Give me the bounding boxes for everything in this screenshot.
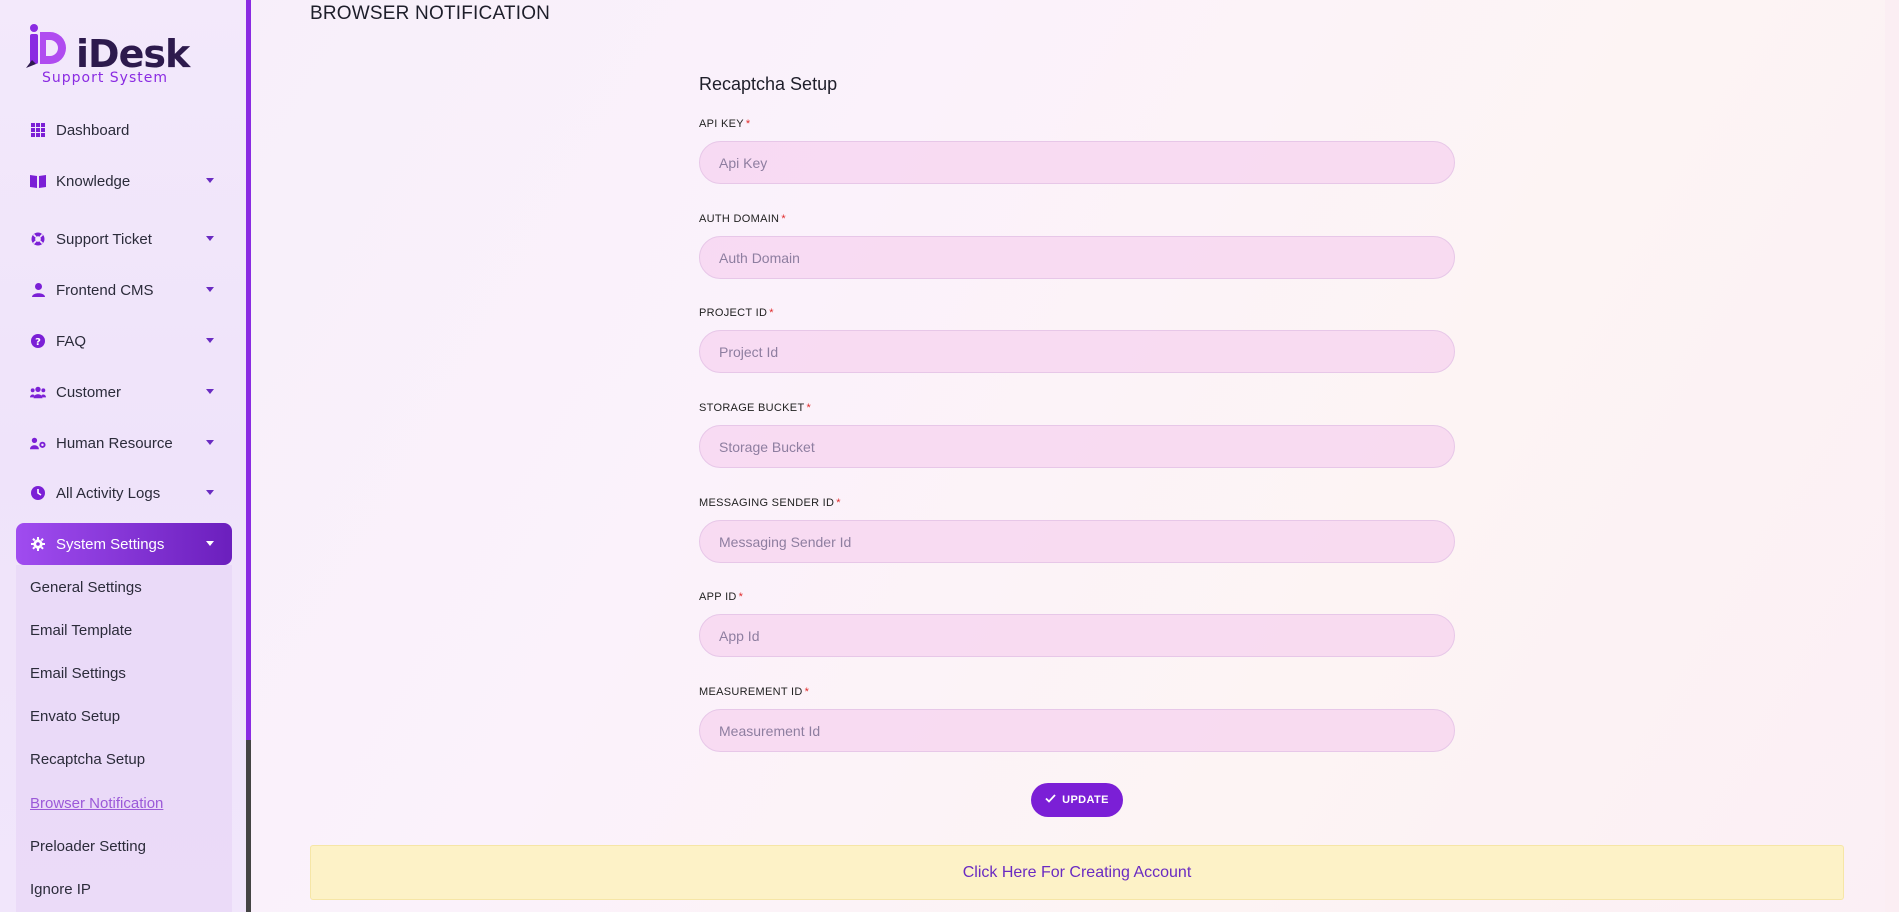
measurement-id-input[interactable] bbox=[699, 709, 1455, 752]
brand-tagline: Support System bbox=[42, 70, 168, 86]
chevron-down-icon bbox=[206, 236, 214, 241]
submenu-item-email-template[interactable]: Email Template bbox=[30, 622, 132, 639]
sidebar-item-frontend-cms[interactable]: Frontend CMS bbox=[16, 269, 232, 311]
main-content: BROWSER NOTIFICATION Recaptcha Setup API… bbox=[268, 0, 1885, 912]
svg-text:?: ? bbox=[35, 337, 41, 348]
chevron-down-icon bbox=[206, 389, 214, 394]
sidebar-item-label: FAQ bbox=[56, 332, 87, 350]
label-text: APP ID bbox=[699, 591, 737, 603]
required-mark: * bbox=[781, 213, 786, 225]
question-icon: ? bbox=[30, 333, 46, 349]
field-label-auth-domain: AUTH DOMAIN * bbox=[699, 213, 786, 225]
submenu-item-general-settings[interactable]: General Settings bbox=[30, 579, 142, 596]
user-icon bbox=[30, 282, 46, 298]
api-key-input[interactable] bbox=[699, 141, 1455, 184]
storage-bucket-input[interactable] bbox=[699, 425, 1455, 468]
sidebar-item-label: Human Resource bbox=[56, 434, 173, 452]
label-text: API KEY bbox=[699, 118, 744, 130]
submenu-item-browser-notification[interactable]: Browser Notification bbox=[30, 795, 163, 812]
card-title: Recaptcha Setup bbox=[699, 74, 838, 94]
required-mark: * bbox=[769, 307, 774, 319]
user-gear-icon bbox=[30, 435, 46, 451]
clock-icon bbox=[30, 485, 46, 501]
submenu-item-recaptcha-setup[interactable]: Recaptcha Setup bbox=[30, 751, 145, 768]
label-text: MEASUREMENT ID bbox=[699, 686, 803, 698]
required-mark: * bbox=[806, 402, 812, 414]
book-icon bbox=[30, 173, 46, 189]
sidebar-item-label: System Settings bbox=[56, 535, 165, 553]
label-text: STORAGE BUCKET bbox=[699, 402, 805, 414]
field-label-api-key: API KEY * bbox=[699, 118, 751, 130]
chevron-down-icon bbox=[206, 541, 214, 546]
sidebar: iDesk Support System Dashboard Knowledge… bbox=[0, 0, 250, 912]
sidebar-item-label: All Activity Logs bbox=[56, 484, 161, 502]
project-id-input[interactable] bbox=[699, 330, 1455, 373]
users-icon bbox=[30, 384, 46, 400]
create-account-notice: Click Here For Creating Account bbox=[310, 845, 1844, 900]
sidebar-item-human-resource[interactable]: Human Resource bbox=[16, 422, 232, 464]
messaging-sender-id-input[interactable] bbox=[699, 520, 1455, 563]
sidebar-item-dashboard[interactable]: Dashboard bbox=[16, 109, 232, 151]
required-mark: * bbox=[745, 118, 751, 130]
required-mark: * bbox=[804, 686, 810, 698]
sidebar-scrollbar[interactable] bbox=[246, 0, 251, 912]
submenu-item-email-settings[interactable]: Email Settings bbox=[30, 665, 126, 682]
sidebar-item-label: Knowledge bbox=[56, 172, 131, 190]
field-label-project-id: PROJECT ID * bbox=[699, 307, 774, 319]
submenu-item-preloader-setting[interactable]: Preloader Setting bbox=[30, 838, 146, 855]
field-label-app-id: APP ID * bbox=[699, 591, 743, 603]
sidebar-item-all-activity-logs[interactable]: All Activity Logs bbox=[16, 472, 232, 514]
sidebar-scrollbar-thumb[interactable] bbox=[246, 0, 251, 740]
field-label-messaging-sender-id: MESSAGING SENDER ID * bbox=[699, 497, 841, 509]
sidebar-item-support-ticket[interactable]: Support Ticket bbox=[16, 218, 232, 260]
update-button-label: UPDATE bbox=[1062, 794, 1109, 806]
system-settings-submenu: General Settings Email Template Email Se… bbox=[16, 565, 232, 912]
label-text: AUTH DOMAIN bbox=[699, 213, 780, 225]
gear-icon bbox=[30, 536, 46, 552]
sidebar-item-label: Frontend CMS bbox=[56, 281, 154, 299]
sidebar-item-customer[interactable]: Customer bbox=[16, 371, 232, 413]
chevron-down-icon bbox=[206, 178, 214, 183]
sidebar-item-label: Support Ticket bbox=[56, 230, 152, 248]
chevron-down-icon bbox=[206, 440, 214, 445]
create-account-link[interactable]: Click Here For Creating Account bbox=[963, 864, 1192, 882]
lifebuoy-icon bbox=[30, 231, 46, 247]
chevron-down-icon bbox=[206, 338, 214, 343]
right-edge bbox=[1885, 0, 1899, 912]
app-id-input[interactable] bbox=[699, 614, 1455, 657]
field-label-measurement-id: MEASUREMENT ID * bbox=[699, 686, 809, 698]
submenu-item-envato-setup[interactable]: Envato Setup bbox=[30, 708, 120, 725]
update-button[interactable]: UPDATE bbox=[1031, 783, 1123, 817]
sidebar-item-label: Customer bbox=[56, 383, 122, 401]
sidebar-item-knowledge[interactable]: Knowledge bbox=[16, 160, 232, 202]
brand-logo[interactable]: iDesk Support System bbox=[24, 24, 190, 90]
label-text: MESSAGING SENDER ID bbox=[699, 497, 835, 509]
chevron-down-icon bbox=[206, 287, 214, 292]
chevron-down-icon bbox=[206, 490, 214, 495]
required-mark: * bbox=[738, 591, 744, 603]
logo-mark-icon bbox=[26, 24, 66, 68]
grid-icon bbox=[30, 122, 46, 138]
sidebar-item-label: Dashboard bbox=[56, 121, 130, 139]
field-label-storage-bucket: STORAGE BUCKET * bbox=[699, 402, 811, 414]
submenu-item-ignore-ip[interactable]: Ignore IP bbox=[30, 881, 91, 898]
auth-domain-input[interactable] bbox=[699, 236, 1455, 279]
required-mark: * bbox=[836, 497, 841, 509]
page-title: BROWSER NOTIFICATION bbox=[310, 3, 551, 24]
sidebar-item-system-settings[interactable]: System Settings bbox=[16, 523, 232, 565]
sidebar-item-faq[interactable]: ? FAQ bbox=[16, 320, 232, 362]
check-icon bbox=[1045, 794, 1056, 806]
label-text: PROJECT ID bbox=[699, 307, 768, 319]
